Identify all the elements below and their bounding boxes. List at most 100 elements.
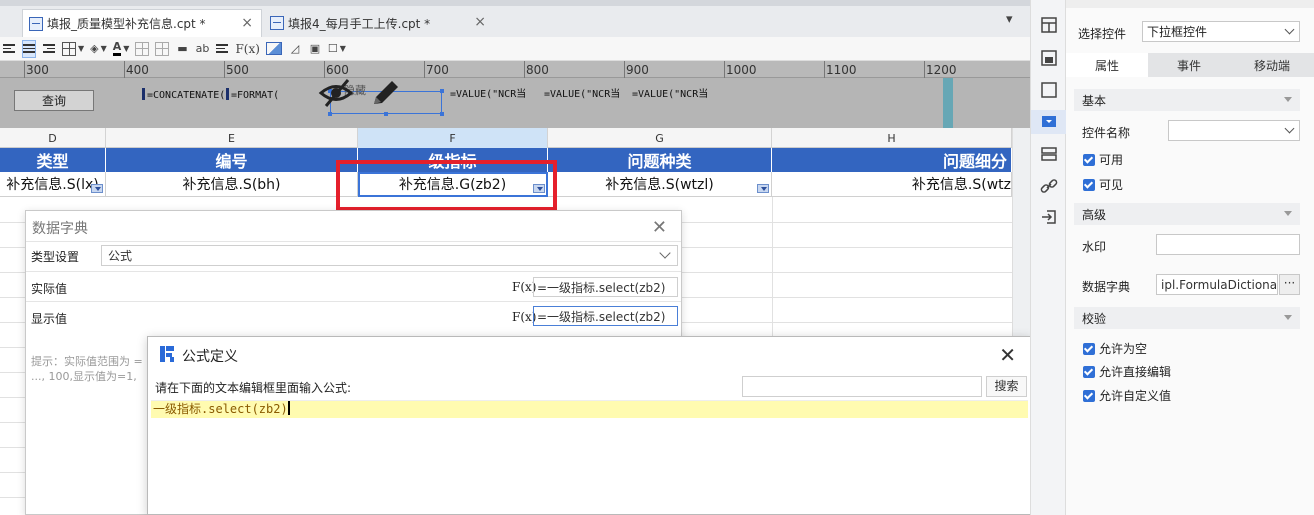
formula-line[interactable]: 一级指标.select(zb2): [151, 401, 1028, 418]
tab-events[interactable]: 事件: [1148, 53, 1230, 77]
data-cell[interactable]: 补充信息.S(bh): [106, 172, 358, 197]
column-header-e[interactable]: E: [106, 128, 358, 148]
ruler-mark: [624, 61, 625, 78]
ruler-tick: 800: [526, 63, 549, 77]
close-icon[interactable]: ✕: [999, 343, 1016, 367]
formula-definition-dialog: 公式定义 ✕ 请在下面的文本编辑框里面输入公式: 搜索 一级指标.select(…: [147, 336, 1031, 515]
dictionary-edit-button[interactable]: ···: [1279, 274, 1300, 295]
enabled-checkbox[interactable]: 可用: [1083, 151, 1123, 168]
param-widget[interactable]: =VALUE("NCR当: [544, 88, 626, 118]
cell-attr-icon[interactable]: [1040, 16, 1058, 34]
hyperlink-icon[interactable]: [1040, 177, 1058, 195]
close-icon[interactable]: ×: [241, 15, 253, 31]
import-icon[interactable]: [1040, 208, 1058, 226]
widget-type-select[interactable]: 下拉框控件: [1142, 21, 1300, 42]
dictionary-input[interactable]: ipl.FormulaDictionary: [1156, 274, 1278, 295]
column-header-f[interactable]: F: [358, 128, 548, 148]
display-value-input[interactable]: =一级指标.select(zb2): [533, 306, 678, 326]
merge-cells-icon[interactable]: [135, 40, 150, 58]
tab-monthly-upload[interactable]: 填报4_每月手工上传.cpt * ×: [264, 9, 494, 37]
align-right-icon[interactable]: [42, 40, 56, 58]
insert-richtext-icon[interactable]: [215, 40, 229, 58]
column-header-h[interactable]: H: [772, 128, 1012, 148]
tab-mobile[interactable]: 移动端: [1230, 53, 1314, 77]
ruler-mark: [224, 61, 225, 78]
dictionary-hint: 提示：实际值范围为 = ..., 100,显示值为=1,: [31, 355, 143, 383]
widget-settings-panel: 选择控件 下拉框控件 属性 事件 移动端 基本 控件名称 可用 可见 高级 水印…: [1066, 0, 1314, 515]
header-cell[interactable]: 类型: [0, 148, 106, 172]
ruler-tick: 1200: [926, 63, 957, 77]
align-center-icon[interactable]: [22, 39, 36, 58]
allow-custom-value-checkbox[interactable]: 允许自定义值: [1083, 387, 1171, 404]
ruler-mark: [924, 61, 925, 78]
ruler-tick: 600: [326, 63, 349, 77]
insert-text-icon[interactable]: ▬: [175, 40, 189, 58]
data-cell[interactable]: 补充信息.S(lx): [0, 172, 106, 197]
insert-formula-icon[interactable]: F(x): [235, 40, 259, 58]
widget-name-label: 控件名称: [1082, 126, 1131, 140]
split-cells-icon[interactable]: [155, 40, 170, 58]
data-cell[interactable]: 补充信息.S(wtzl): [548, 172, 772, 197]
allow-direct-edit-checkbox[interactable]: 允许直接编辑: [1083, 363, 1171, 380]
actual-value-input[interactable]: =一级指标.select(zb2): [533, 277, 678, 297]
param-widget[interactable]: =FORMAT(: [226, 88, 316, 118]
border-grid-icon[interactable]: ▼: [62, 40, 84, 58]
tab-menu-icon[interactable]: ▾: [1006, 12, 1020, 27]
widget-settings-icon[interactable]: [1031, 110, 1067, 134]
close-icon[interactable]: ×: [474, 14, 486, 30]
column-header-g[interactable]: G: [548, 128, 772, 148]
query-button[interactable]: 查询: [14, 90, 94, 111]
search-input[interactable]: [742, 376, 982, 397]
param-widget[interactable]: =CONCATENATE(: [142, 88, 224, 118]
header-cell[interactable]: 问题种类: [548, 148, 772, 172]
watermark-label: 水印: [1082, 240, 1107, 254]
pane-resize-marker[interactable]: [943, 78, 953, 128]
align-left-icon[interactable]: [2, 40, 16, 58]
param-widget[interactable]: =VALUE("NCR当: [632, 88, 714, 118]
data-cell[interactable]: 补充信息.S(wtz: [772, 172, 1012, 197]
chevron-down-icon: [1284, 123, 1295, 134]
section-advanced[interactable]: 高级: [1074, 203, 1300, 225]
ruler-mark: [24, 61, 25, 78]
widget-name-input[interactable]: [1168, 120, 1300, 141]
insert-image-icon[interactable]: [265, 40, 282, 58]
section-basic[interactable]: 基本: [1074, 89, 1300, 111]
eye-slash-icon[interactable]: [318, 78, 354, 108]
ruler-mark: [724, 61, 725, 78]
tab-quality-model[interactable]: 填报_质量模型补充信息.cpt * ×: [22, 9, 262, 37]
visible-checkbox[interactable]: 可见: [1083, 176, 1123, 193]
condition-attr-icon[interactable]: [1040, 145, 1058, 163]
insert-more-icon[interactable]: ☐ ▼: [328, 40, 346, 58]
section-validation[interactable]: 校验: [1074, 307, 1300, 329]
pencil-icon[interactable]: [368, 78, 402, 108]
panel-title-strip: [1066, 0, 1314, 8]
type-select[interactable]: 公式: [101, 245, 678, 266]
dropdown-icon[interactable]: [91, 184, 103, 193]
insert-label-icon[interactable]: ab: [195, 40, 210, 58]
header-cell[interactable]: 问题细分: [772, 148, 1012, 172]
ruler-tick: 1100: [826, 63, 857, 77]
checkbox-checked-icon: [1083, 389, 1095, 402]
side-icon-strip: [1030, 0, 1067, 515]
ruler-tick: 400: [126, 63, 149, 77]
formula-editor[interactable]: 一级指标.select(zb2): [151, 400, 1028, 514]
float-element-icon[interactable]: [1040, 81, 1058, 99]
fill-color-icon[interactable]: ◈ ▼: [90, 40, 107, 58]
cell-element-icon[interactable]: [1040, 49, 1058, 67]
tab-properties[interactable]: 属性: [1066, 53, 1148, 77]
allow-empty-checkbox[interactable]: 允许为空: [1083, 340, 1147, 357]
insert-slash-icon[interactable]: ◿: [288, 40, 302, 58]
search-button[interactable]: 搜索: [986, 376, 1027, 397]
watermark-input[interactable]: [1156, 234, 1300, 255]
insert-subreport-icon[interactable]: ▣: [308, 40, 322, 58]
column-header-bar: D E F G H: [0, 128, 1030, 148]
close-icon[interactable]: ✕: [652, 217, 667, 238]
dropdown-icon[interactable]: [757, 184, 769, 193]
column-header-d[interactable]: D: [0, 128, 106, 148]
highlight-annotation: [336, 160, 557, 211]
param-widget[interactable]: =VALUE("NCR当: [450, 88, 536, 118]
chevron-down-icon: [659, 247, 671, 259]
font-color-icon[interactable]: A ▼: [112, 40, 129, 58]
header-cell[interactable]: 编号: [106, 148, 358, 172]
horizontal-ruler: 300 400 500 600 700 800 900 1000 1100 12…: [0, 61, 1030, 78]
